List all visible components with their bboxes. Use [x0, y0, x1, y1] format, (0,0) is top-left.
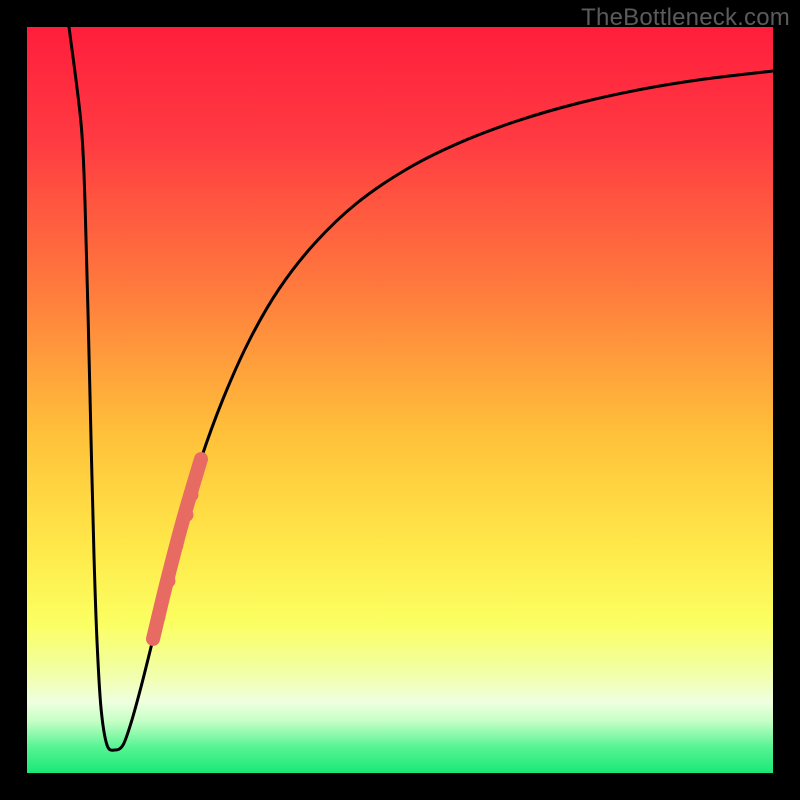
data-dot: [186, 489, 199, 502]
data-dot: [181, 509, 194, 522]
chart-svg: [27, 27, 773, 773]
data-dot: [163, 575, 176, 588]
plot-area: [27, 27, 773, 773]
data-dot: [153, 611, 166, 624]
data-dot: [171, 539, 184, 552]
watermark-text: TheBottleneck.com: [581, 4, 790, 32]
gradient-background: [27, 27, 773, 773]
chart-frame: TheBottleneck.com: [0, 0, 800, 800]
